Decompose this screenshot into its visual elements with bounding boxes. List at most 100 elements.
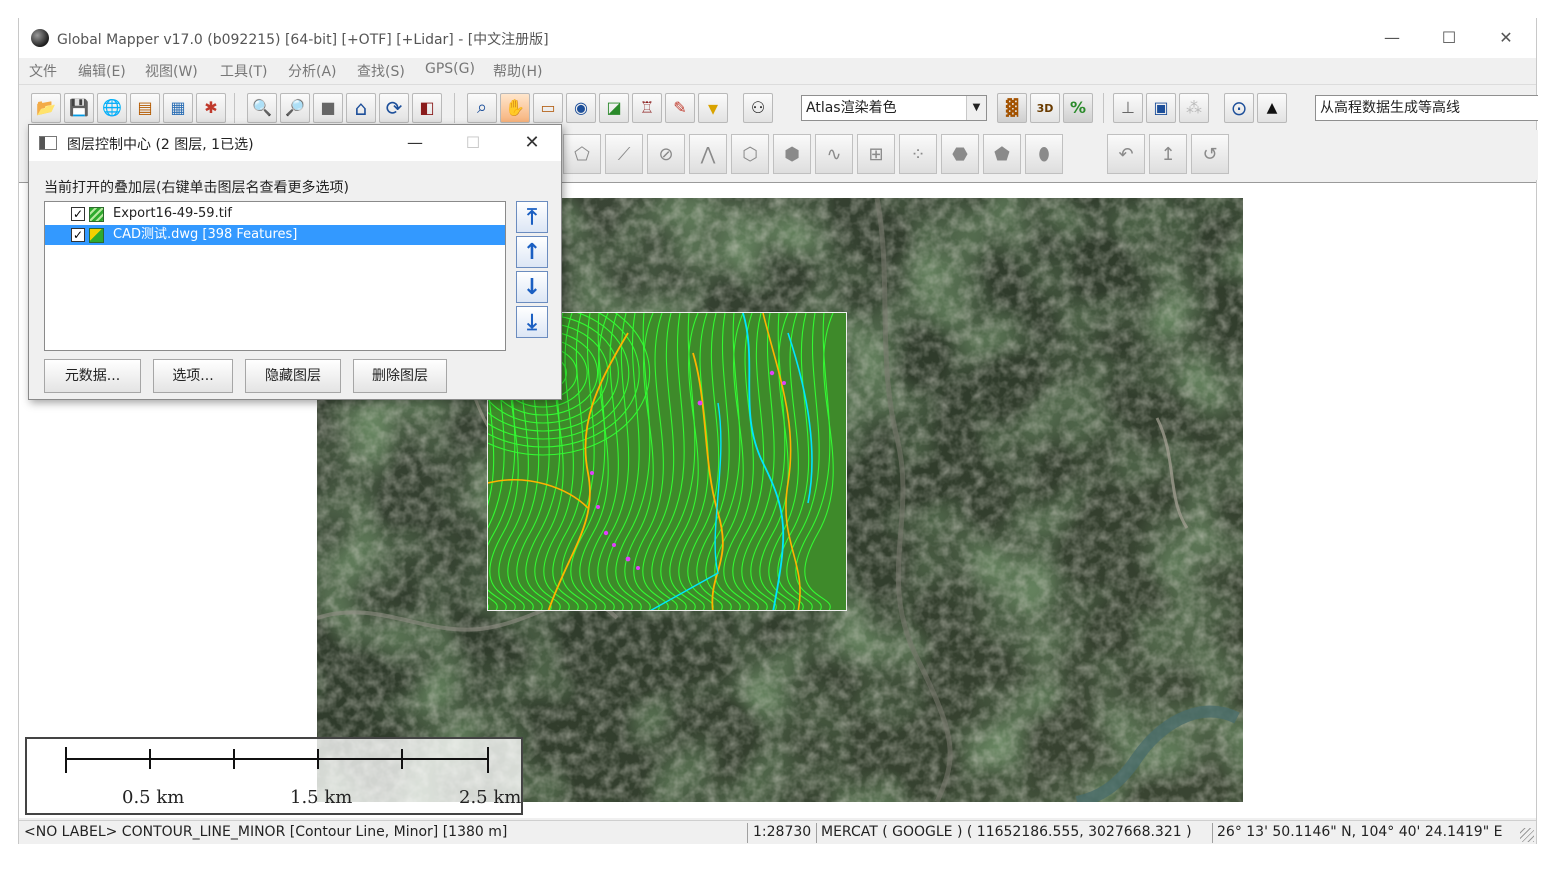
gps-center-icon[interactable]: ⊙ <box>1224 93 1254 123</box>
layer-list[interactable]: ✓ Export16-49-59.tif ✓ CAD测试.dwg [398 Fe… <box>44 201 506 351</box>
grid-icon[interactable]: ⊞ <box>857 134 895 174</box>
title-bar: Global Mapper v17.0 (b092215) [64-bit] [… <box>19 18 1536 58</box>
split-icon[interactable]: ⬢ <box>773 134 811 174</box>
measure-icon[interactable]: ▭ <box>533 93 563 123</box>
layer-visibility-checkbox[interactable]: ✓ <box>71 228 85 242</box>
binoculars-icon[interactable]: ⚇ <box>743 93 773 123</box>
scale-label-2-5: 2.5 km <box>459 787 522 808</box>
metadata-button[interactable]: 元数据... <box>44 359 141 393</box>
smooth-icon[interactable]: ∿ <box>815 134 853 174</box>
3d-view-icon[interactable]: 3D <box>1030 93 1060 123</box>
move-layer-down-button[interactable]: ↓ <box>516 271 548 303</box>
chevron-down-icon[interactable]: ▼ <box>966 96 986 120</box>
tools-icon[interactable]: ✱ <box>196 93 226 123</box>
refresh-icon[interactable]: ⟳ <box>379 93 409 123</box>
minimize-button[interactable]: — <box>1369 24 1415 52</box>
menu-tools[interactable]: 工具(T) <box>220 61 267 81</box>
fill-area-icon[interactable]: ⬣ <box>941 134 979 174</box>
status-separator <box>816 823 817 843</box>
digitize-area-icon[interactable]: ⬠ <box>563 134 601 174</box>
toolbar-separator <box>1103 93 1104 123</box>
layer-name[interactable]: Export16-49-59.tif <box>113 204 232 224</box>
dialog-window-icon <box>39 136 57 150</box>
info-tool-icon[interactable]: ⌕ <box>467 93 497 123</box>
rotate-feature-icon[interactable]: ⊘ <box>647 134 685 174</box>
shader-icon[interactable]: ▓ <box>997 93 1027 123</box>
move-layer-bottom-button[interactable]: ⤓ <box>516 306 548 338</box>
maximize-button[interactable]: ☐ <box>1426 24 1472 52</box>
options-button[interactable]: 选项... <box>153 359 233 393</box>
digitizer-toolbar: ⬠ ⟋ ⊘ ⋀ ⬡ ⬢ ∿ ⊞ ⁘ ⬣ ⬟ ⬮ ↶ ↥ ↺ <box>559 130 1538 180</box>
delete-layer-button[interactable]: 删除图层 <box>353 359 447 393</box>
menu-help[interactable]: 帮助(H) <box>493 61 542 81</box>
zoom-out-icon[interactable]: 🔎 <box>280 93 310 123</box>
scale-bar: 0.5 km 1.5 km 2.5 km <box>25 737 523 815</box>
layer-row[interactable]: ✓ Export16-49-59.tif <box>45 204 505 224</box>
buffer-icon[interactable]: ⬡ <box>731 134 769 174</box>
contour-generation-select[interactable]: 从高程数据生成等高线 <box>1315 95 1538 121</box>
menu-edit[interactable]: 编辑(E) <box>78 61 126 81</box>
merge-icon[interactable]: ⬟ <box>983 134 1021 174</box>
move-vertex-icon[interactable]: ⋀ <box>689 134 727 174</box>
profile-icon[interactable]: ⊥ <box>1113 93 1143 123</box>
points-icon[interactable]: ⁘ <box>899 134 937 174</box>
feature-info-icon[interactable]: ◉ <box>566 93 596 123</box>
menu-bar: 文件 编辑(E) 视图(W) 工具(T) 分析(A) 查找(S) GPS(G) … <box>19 58 1536 82</box>
move-layer-top-button[interactable]: ⤒ <box>516 201 548 233</box>
layer-visibility-checkbox[interactable]: ✓ <box>71 207 85 221</box>
dialog-minimize-button[interactable]: — <box>395 129 435 157</box>
status-feature-info: <NO LABEL> CONTOUR_LINE_MINOR [Contour L… <box>24 824 508 840</box>
hand-tool-icon[interactable]: ✋ <box>500 93 530 123</box>
area-icon[interactable]: ◪ <box>599 93 629 123</box>
zoom-in-icon[interactable]: 🔍 <box>247 93 277 123</box>
resize-grip-icon[interactable] <box>1520 828 1534 842</box>
dialog-close-button[interactable]: ✕ <box>512 129 552 157</box>
status-scale: 1:28730 <box>753 824 812 840</box>
north-arrow-icon[interactable]: ▲ <box>1257 93 1287 123</box>
status-bar: <NO LABEL> CONTOUR_LINE_MINOR [Contour L… <box>19 820 1536 844</box>
home-icon[interactable]: ⌂ <box>346 93 376 123</box>
dialog-title: 图层控制中心 (2 图层, 1已选) <box>67 137 254 153</box>
open-folder-icon[interactable]: 📂 <box>31 93 61 123</box>
hide-layer-button[interactable]: 隐藏图层 <box>245 359 341 393</box>
lidar-icon[interactable]: ⁂ <box>1179 93 1209 123</box>
undo-vertex-icon[interactable]: ↶ <box>1107 134 1145 174</box>
move-layer-up-button[interactable]: ↑ <box>516 236 548 268</box>
dialog-maximize-button[interactable]: ☐ <box>453 129 493 157</box>
close-button[interactable]: ✕ <box>1483 24 1529 52</box>
menu-view[interactable]: 视图(W) <box>145 61 198 81</box>
vector-layer-icon <box>89 228 104 243</box>
layer-control-icon[interactable]: ▤ <box>130 93 160 123</box>
save-icon[interactable]: 💾 <box>64 93 94 123</box>
status-projection-coords: MERCAT ( GOOGLE ) ( 11652186.555, 302766… <box>821 824 1192 840</box>
full-view-icon[interactable]: ◧ <box>412 93 442 123</box>
menu-search[interactable]: 查找(S) <box>357 61 405 81</box>
scale-label-0-5: 0.5 km <box>122 787 185 808</box>
raster-layer-icon <box>89 207 104 222</box>
toolbar-separator <box>454 93 455 123</box>
layer-list-caption: 当前打开的叠加层(右键单击图层名查看更多选项) <box>44 180 349 196</box>
layer-stack-icon[interactable]: ▣ <box>1146 93 1176 123</box>
status-separator <box>747 823 748 843</box>
layer-row-selected[interactable]: ✓ CAD测试.dwg [398 Features] <box>45 225 505 245</box>
menu-analysis[interactable]: 分析(A) <box>288 61 337 81</box>
dropdown-tool-icon[interactable]: ▾ <box>698 93 728 123</box>
layer-control-dialog: 图层控制中心 (2 图层, 1已选) — ☐ ✕ 当前打开的叠加层(右键单击图层… <box>28 124 562 400</box>
pan-icon[interactable]: ■ <box>313 93 343 123</box>
overlay-config-icon[interactable]: ▦ <box>163 93 193 123</box>
tower-icon[interactable]: ♖ <box>632 93 662 123</box>
draw-icon[interactable]: ✎ <box>665 93 695 123</box>
globe-icon[interactable]: 🌐 <box>97 93 127 123</box>
edit-line-icon[interactable]: ⟋ <box>605 134 643 174</box>
shape-icon[interactable]: ⬮ <box>1025 134 1063 174</box>
render-mode-select[interactable]: Atlas渲染着色 ▼ <box>801 95 987 121</box>
redo-vertex-icon[interactable]: ↥ <box>1149 134 1187 174</box>
status-separator <box>1212 823 1213 843</box>
3d-percent-icon[interactable]: % <box>1063 93 1093 123</box>
layer-name[interactable]: CAD测试.dwg [398 Features] <box>113 225 297 245</box>
scale-label-1-5: 1.5 km <box>290 787 353 808</box>
menu-gps[interactable]: GPS(G) <box>425 61 475 77</box>
app-globe-icon <box>31 29 49 47</box>
reverse-icon[interactable]: ↺ <box>1191 134 1229 174</box>
menu-file[interactable]: 文件 <box>29 61 57 81</box>
